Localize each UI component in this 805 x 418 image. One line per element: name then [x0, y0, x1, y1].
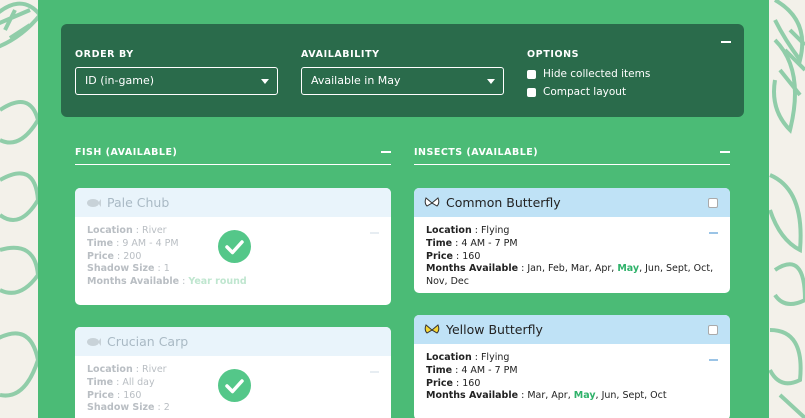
- butterfly-icon: [424, 323, 440, 334]
- collapse-card-icon[interactable]: [709, 232, 718, 234]
- insect-card-body: Location : Flying Time : 4 AM - 7 PM Pri…: [414, 217, 730, 289]
- compact-layout-label: Compact layout: [543, 86, 627, 98]
- insect-card[interactable]: Common Butterfly Location : Flying Time …: [414, 188, 730, 293]
- availability-label: AVAILABILITY: [301, 49, 380, 60]
- fish-shadow-size: 1: [163, 263, 170, 275]
- fish-section-divider: [75, 164, 391, 165]
- collapse-insects-icon[interactable]: [720, 151, 730, 153]
- collected-checkbox[interactable]: [708, 325, 718, 335]
- insect-months: Mar, Apr, May, Jun, Sept, Oct: [527, 390, 667, 402]
- main-panel: ORDER BY ID (in-game) AVAILABILITY Avail…: [38, 0, 769, 418]
- fish-time: All day: [122, 376, 155, 388]
- fish-card[interactable]: Pale Chub Location : River Time : 9 AM -…: [75, 188, 391, 305]
- order-by-value: ID (in-game): [85, 74, 154, 87]
- collapse-card-icon[interactable]: [370, 371, 379, 373]
- collected-check-icon[interactable]: [218, 369, 251, 402]
- collapse-card-icon[interactable]: [709, 359, 718, 361]
- hide-collected-checkbox[interactable]: [527, 69, 536, 79]
- insect-name: Yellow Butterfly: [446, 322, 543, 337]
- caret-down-icon: [487, 79, 495, 84]
- compact-layout-checkbox[interactable]: [527, 87, 536, 97]
- order-by-label: ORDER BY: [75, 49, 134, 60]
- fish-location: River: [141, 225, 167, 236]
- fish-shadow-size: 2: [163, 402, 170, 414]
- compact-layout-option[interactable]: Compact layout: [527, 86, 626, 98]
- insect-price: 160: [462, 250, 481, 262]
- collapse-fish-icon[interactable]: [381, 151, 391, 153]
- options-label: OPTIONS: [527, 49, 580, 60]
- insect-location: Flying: [480, 352, 510, 363]
- fish-section-title: FISH (AVAILABLE): [75, 147, 178, 158]
- insect-name: Common Butterfly: [446, 195, 561, 210]
- fish-time: 9 AM - 4 PM: [122, 237, 179, 249]
- fish-months: Year round: [188, 276, 247, 288]
- fish-price: 160: [123, 389, 142, 401]
- insect-time: 4 AM - 7 PM: [461, 364, 518, 376]
- fish-name: Crucian Carp: [107, 334, 189, 349]
- availability-value: Available in May: [311, 74, 401, 87]
- collected-check-icon[interactable]: [218, 230, 251, 263]
- insect-card-body: Location : Flying Time : 4 AM - 7 PM Pri…: [414, 344, 730, 403]
- insect-location: Flying: [480, 225, 510, 236]
- insects-section-divider: [414, 164, 730, 165]
- fish-card-header: Crucian Carp: [75, 327, 391, 356]
- insect-card[interactable]: Yellow Butterfly Location : Flying Time …: [414, 315, 730, 418]
- fish-icon: [87, 337, 101, 346]
- fish-card-header: Pale Chub: [75, 188, 391, 217]
- filter-controls: ORDER BY ID (in-game) AVAILABILITY Avail…: [61, 24, 744, 117]
- collected-checkbox[interactable]: [708, 198, 718, 208]
- insect-price: 160: [462, 377, 481, 389]
- butterfly-icon: [424, 196, 440, 207]
- fish-icon: [87, 198, 101, 207]
- hide-collected-option[interactable]: Hide collected items: [527, 68, 650, 80]
- collapse-controls-icon[interactable]: [721, 41, 731, 43]
- insect-card-header: Yellow Butterfly: [414, 315, 730, 344]
- availability-select[interactable]: Available in May: [301, 67, 504, 95]
- insect-time: 4 AM - 7 PM: [461, 237, 518, 249]
- insects-section-title: INSECTS (AVAILABLE): [414, 147, 539, 158]
- insect-card-header: Common Butterfly: [414, 188, 730, 217]
- fish-card[interactable]: Crucian Carp Location : River Time : All…: [75, 327, 391, 418]
- collapse-card-icon[interactable]: [370, 232, 379, 234]
- order-by-select[interactable]: ID (in-game): [75, 67, 278, 95]
- fish-price: 200: [123, 250, 142, 262]
- caret-down-icon: [261, 79, 269, 84]
- fish-location: River: [141, 364, 167, 375]
- hide-collected-label: Hide collected items: [543, 68, 651, 80]
- fish-name: Pale Chub: [107, 195, 170, 210]
